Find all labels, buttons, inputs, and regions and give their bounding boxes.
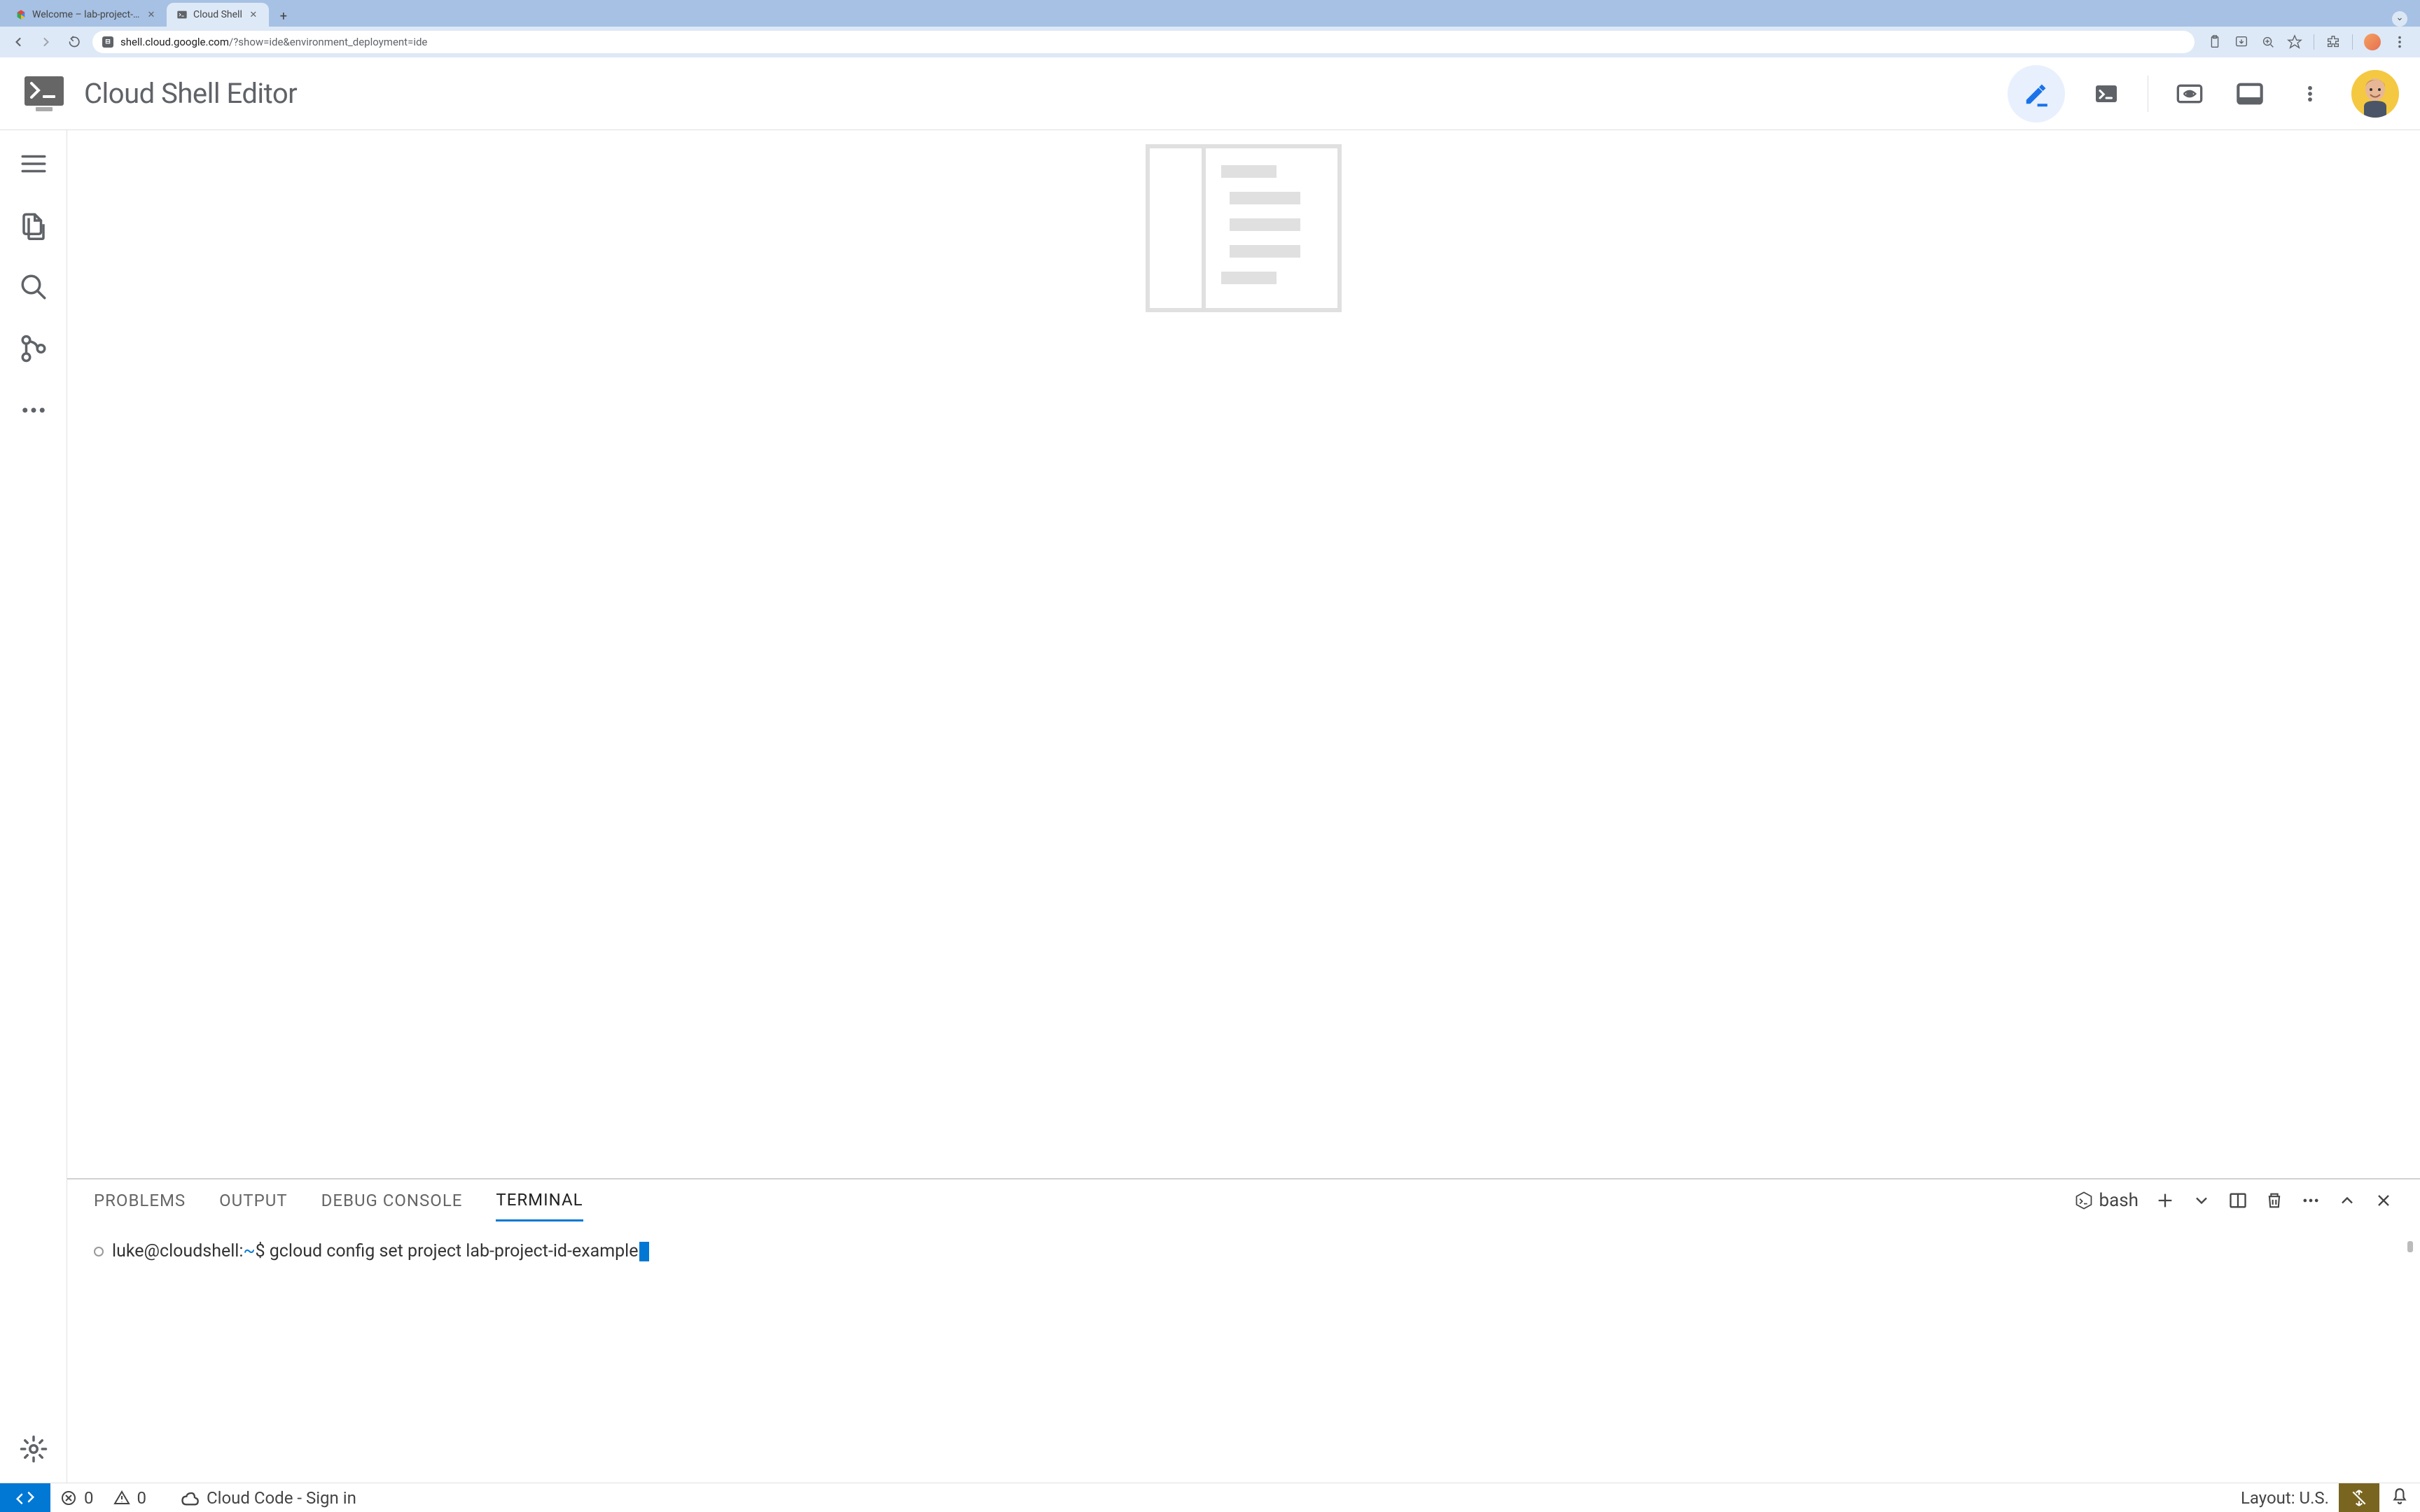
terminal-body[interactable]: luke@cloudshell:~$ gcloud config set pro… bbox=[67, 1222, 2420, 1483]
profile-avatar[interactable] bbox=[2351, 70, 2399, 118]
clipboard-icon[interactable] bbox=[2207, 34, 2223, 50]
terminal-prompt: luke@cloudshell:~$ gcloud config set pro… bbox=[112, 1241, 649, 1261]
terminal-status-icon bbox=[94, 1247, 104, 1256]
shell-name: bash bbox=[2099, 1190, 2139, 1211]
close-panel-button[interactable] bbox=[2374, 1191, 2393, 1210]
app-title: Cloud Shell Editor bbox=[84, 77, 297, 110]
activity-bar bbox=[0, 130, 67, 1483]
sync-status[interactable] bbox=[2339, 1483, 2379, 1512]
tab-terminal[interactable]: TERMINAL bbox=[496, 1180, 583, 1222]
search-button[interactable] bbox=[17, 270, 50, 304]
tab-search-dropdown[interactable] bbox=[2392, 11, 2407, 27]
terminal-cursor bbox=[639, 1242, 649, 1261]
settings-button[interactable] bbox=[17, 1432, 50, 1466]
terminal-scrollbar[interactable] bbox=[2407, 1241, 2413, 1252]
more-activity-button[interactable] bbox=[17, 393, 50, 427]
tab-close-0[interactable]: ✕ bbox=[146, 9, 157, 20]
source-control-button[interactable] bbox=[17, 332, 50, 365]
new-tab-button[interactable]: + bbox=[273, 6, 294, 27]
url-input[interactable]: ⊟ shell.cloud.google.com/?show=ide&envir… bbox=[92, 31, 2195, 53]
terminal-mode-button[interactable] bbox=[2087, 75, 2125, 113]
zoom-icon[interactable] bbox=[2260, 34, 2276, 50]
cloud-code-status[interactable]: Cloud Code - Sign in bbox=[170, 1488, 366, 1508]
browser-profile-avatar[interactable] bbox=[2364, 34, 2381, 50]
panel-tabs: PROBLEMS OUTPUT DEBUG CONSOLE TERMINAL b… bbox=[67, 1180, 2420, 1222]
new-terminal-button[interactable] bbox=[2155, 1191, 2175, 1210]
extensions-icon[interactable] bbox=[2325, 34, 2341, 50]
browser-address-bar: ⊟ shell.cloud.google.com/?show=ide&envir… bbox=[0, 27, 2420, 57]
tab-problems[interactable]: PROBLEMS bbox=[94, 1181, 186, 1220]
menu-button[interactable] bbox=[17, 147, 50, 181]
open-window-button[interactable] bbox=[2231, 75, 2269, 113]
tab-favicon-gcp-icon bbox=[15, 9, 27, 20]
remote-button[interactable] bbox=[0, 1483, 50, 1512]
warnings-status[interactable]: 0 bbox=[104, 1488, 157, 1508]
nav-reload-button[interactable] bbox=[64, 32, 84, 52]
terminal-dropdown-button[interactable] bbox=[2192, 1191, 2211, 1210]
browser-tab-bar: Welcome – lab-project-id-ex ✕ Cloud Shel… bbox=[0, 0, 2420, 27]
maximize-panel-button[interactable] bbox=[2337, 1191, 2357, 1210]
terminal-panel: PROBLEMS OUTPUT DEBUG CONSOLE TERMINAL b… bbox=[67, 1178, 2420, 1483]
tab-title-1: Cloud Shell bbox=[193, 9, 242, 20]
more-menu-button[interactable] bbox=[2291, 75, 2329, 113]
browser-menu-icon[interactable] bbox=[2392, 34, 2407, 50]
main-container: PROBLEMS OUTPUT DEBUG CONSOLE TERMINAL b… bbox=[0, 130, 2420, 1483]
site-info-icon[interactable]: ⊟ bbox=[102, 36, 113, 48]
explorer-button[interactable] bbox=[17, 209, 50, 242]
shell-selector[interactable]: bash bbox=[2074, 1190, 2139, 1211]
errors-status[interactable]: 0 bbox=[50, 1488, 104, 1508]
url-text: shell.cloud.google.com/?show=ide&environ… bbox=[120, 36, 2185, 48]
kill-terminal-button[interactable] bbox=[2265, 1191, 2284, 1210]
cloud-shell-logo-icon bbox=[21, 73, 67, 115]
split-terminal-button[interactable] bbox=[2228, 1191, 2248, 1210]
bookmark-icon[interactable] bbox=[2287, 34, 2302, 50]
preview-button[interactable] bbox=[2171, 75, 2209, 113]
install-app-icon[interactable] bbox=[2234, 34, 2249, 50]
tab-debug-console[interactable]: DEBUG CONSOLE bbox=[321, 1181, 463, 1220]
browser-tab-1[interactable]: Cloud Shell ✕ bbox=[167, 3, 269, 27]
nav-forward-button[interactable] bbox=[36, 32, 56, 52]
tab-close-1[interactable]: ✕ bbox=[248, 9, 259, 20]
browser-tab-0[interactable]: Welcome – lab-project-id-ex ✕ bbox=[6, 3, 167, 27]
editor-placeholder bbox=[67, 130, 2420, 1178]
notifications-button[interactable] bbox=[2379, 1487, 2420, 1509]
tab-favicon-shell-icon bbox=[176, 9, 188, 20]
placeholder-graphic bbox=[1146, 144, 1342, 312]
addr-divider-2 bbox=[2352, 34, 2353, 50]
keyboard-layout-status[interactable]: Layout: U.S. bbox=[2231, 1488, 2339, 1508]
app-header: Cloud Shell Editor bbox=[0, 57, 2420, 130]
nav-back-button[interactable] bbox=[8, 32, 28, 52]
more-terminal-button[interactable] bbox=[2301, 1191, 2321, 1210]
editor-mode-button[interactable] bbox=[2008, 65, 2065, 122]
tab-title-0: Welcome – lab-project-id-ex bbox=[32, 9, 140, 20]
editor-area: PROBLEMS OUTPUT DEBUG CONSOLE TERMINAL b… bbox=[67, 130, 2420, 1483]
tab-output[interactable]: OUTPUT bbox=[219, 1181, 287, 1220]
status-bar: 0 0 Cloud Code - Sign in Layout: U.S. bbox=[0, 1483, 2420, 1512]
